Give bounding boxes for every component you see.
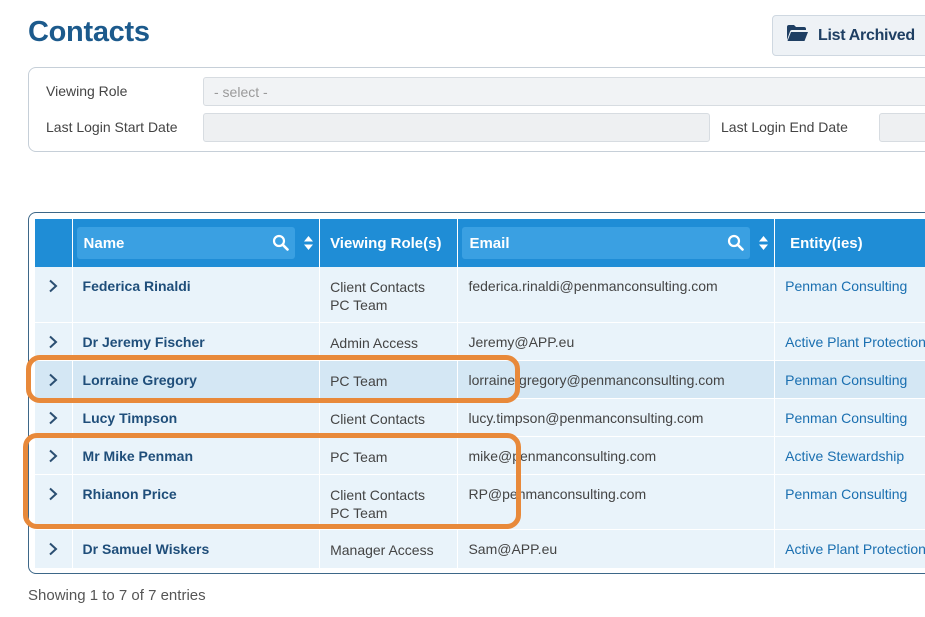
contact-name[interactable]: Rhianon Price [72,474,321,530]
sort-icon[interactable] [303,235,314,255]
viewing-roles-column-label: Viewing Role(s) [330,234,442,252]
contact-entity[interactable]: Penman Consulting [774,267,925,323]
chevron-right-icon[interactable] [48,542,58,559]
expand-cell[interactable] [35,322,73,361]
contact-roles: PC Team [319,360,459,399]
list-archived-button[interactable]: List Archived [772,15,925,56]
viewing-role-select[interactable]: - select - [203,77,925,106]
role-item: PC Team [330,504,388,521]
table-header-row: Name Viewing Role(s) Email Entity(ies) [35,219,925,267]
expand-cell[interactable] [35,436,73,475]
table-row[interactable]: Lucy Timpson Client Contacts lucy.timpso… [35,398,925,437]
role-item: PC Team [330,372,388,389]
expand-cell[interactable] [35,267,73,323]
contact-entity[interactable]: Active Plant Protection [774,529,925,569]
last-login-start-label: Last Login Start Date [46,119,178,135]
contact-roles: Client Contacts PC Team [319,474,459,530]
contact-roles: Client Contacts PC Team [319,267,459,323]
table-row[interactable]: Dr Samuel Wiskers Manager Access Sam@APP… [35,529,925,569]
contact-entity[interactable]: Penman Consulting [774,474,925,530]
contacts-table-container: Name Viewing Role(s) Email Entity(ies) F… [28,212,925,574]
name-column-header[interactable]: Name [72,219,321,267]
contact-email: Sam@APP.eu [457,529,776,569]
contact-email: mike@penmanconsulting.com [457,436,776,475]
page-title: Contacts [28,16,150,48]
contact-email: RP@penmanconsulting.com [457,474,776,530]
filter-panel: Viewing Role - select - Last Login Start… [28,67,925,152]
folder-open-icon [786,24,809,47]
email-column-header[interactable]: Email [457,219,776,267]
table-row[interactable]: Federica Rinaldi Client Contacts PC Team … [35,267,925,323]
expand-cell[interactable] [35,529,73,569]
contact-roles: Admin Access [319,322,459,361]
list-archived-label: List Archived [818,26,915,44]
contact-entity[interactable]: Active Plant Protection [774,322,925,361]
table-row[interactable]: Rhianon Price Client Contacts PC Team RP@… [35,474,925,530]
contact-entity[interactable]: Penman Consulting [774,398,925,437]
contact-entity[interactable]: Penman Consulting [774,360,925,399]
role-item: PC Team [330,448,388,465]
last-login-end-label: Last Login End Date [721,119,848,135]
contact-name[interactable]: Lorraine Gregory [72,360,321,399]
contact-name[interactable]: Dr Jeremy Fischer [72,322,321,361]
table-info: Showing 1 to 7 of 7 entries [28,587,206,604]
sort-icon[interactable] [758,235,769,255]
contact-roles: Manager Access [319,529,459,569]
contact-name[interactable]: Mr Mike Penman [72,436,321,475]
contact-roles: PC Team [319,436,459,475]
contact-name[interactable]: Dr Samuel Wiskers [72,529,321,569]
entities-column-header[interactable]: Entity(ies) [774,219,925,267]
contact-email: federica.rinaldi@penmanconsulting.com [457,267,776,323]
search-icon[interactable] [727,234,744,255]
viewing-roles-column-header[interactable]: Viewing Role(s) [319,219,459,267]
viewing-role-label: Viewing Role [46,83,128,99]
viewing-role-select-value: - select - [214,83,268,100]
last-login-start-input[interactable] [203,113,710,142]
role-item: Admin Access [330,334,419,351]
search-icon[interactable] [272,234,289,255]
contact-name[interactable]: Federica Rinaldi [72,267,321,323]
role-item: PC Team [330,297,388,313]
role-item: Client Contacts [330,486,426,503]
table-row[interactable]: Lorraine Gregory PC Team lorraine.gregor… [35,360,925,399]
chevron-right-icon[interactable] [48,449,58,466]
table-row[interactable]: Mr Mike Penman PC Team mike@penmanconsul… [35,436,925,475]
expand-cell[interactable] [35,360,73,399]
expand-cell[interactable] [35,474,73,530]
contact-email: Jeremy@APP.eu [457,322,776,361]
chevron-right-icon[interactable] [48,335,58,352]
role-item: Client Contacts [330,410,426,427]
name-column-label: Name [83,234,125,252]
email-column-label: Email [469,234,510,252]
contact-entity[interactable]: Active Stewardship [774,436,925,475]
expand-cell[interactable] [35,398,73,437]
table-row[interactable]: Dr Jeremy Fischer Admin Access Jeremy@AP… [35,322,925,361]
chevron-right-icon[interactable] [48,373,58,390]
chevron-right-icon[interactable] [48,279,58,296]
chevron-right-icon[interactable] [48,411,58,428]
contact-email: lucy.timpson@penmanconsulting.com [457,398,776,437]
contact-roles: Client Contacts [319,398,459,437]
contacts-table: Name Viewing Role(s) Email Entity(ies) F… [35,219,925,569]
role-item: Manager Access [330,541,434,558]
contact-email: lorraine.gregory@penmanconsulting.com [457,360,776,399]
last-login-end-input[interactable] [879,113,925,142]
entities-column-label: Entity(ies) [790,234,863,252]
chevron-right-icon[interactable] [48,487,58,504]
contact-name[interactable]: Lucy Timpson [72,398,321,437]
role-item: Client Contacts [330,279,426,295]
expand-column-header [35,219,73,267]
